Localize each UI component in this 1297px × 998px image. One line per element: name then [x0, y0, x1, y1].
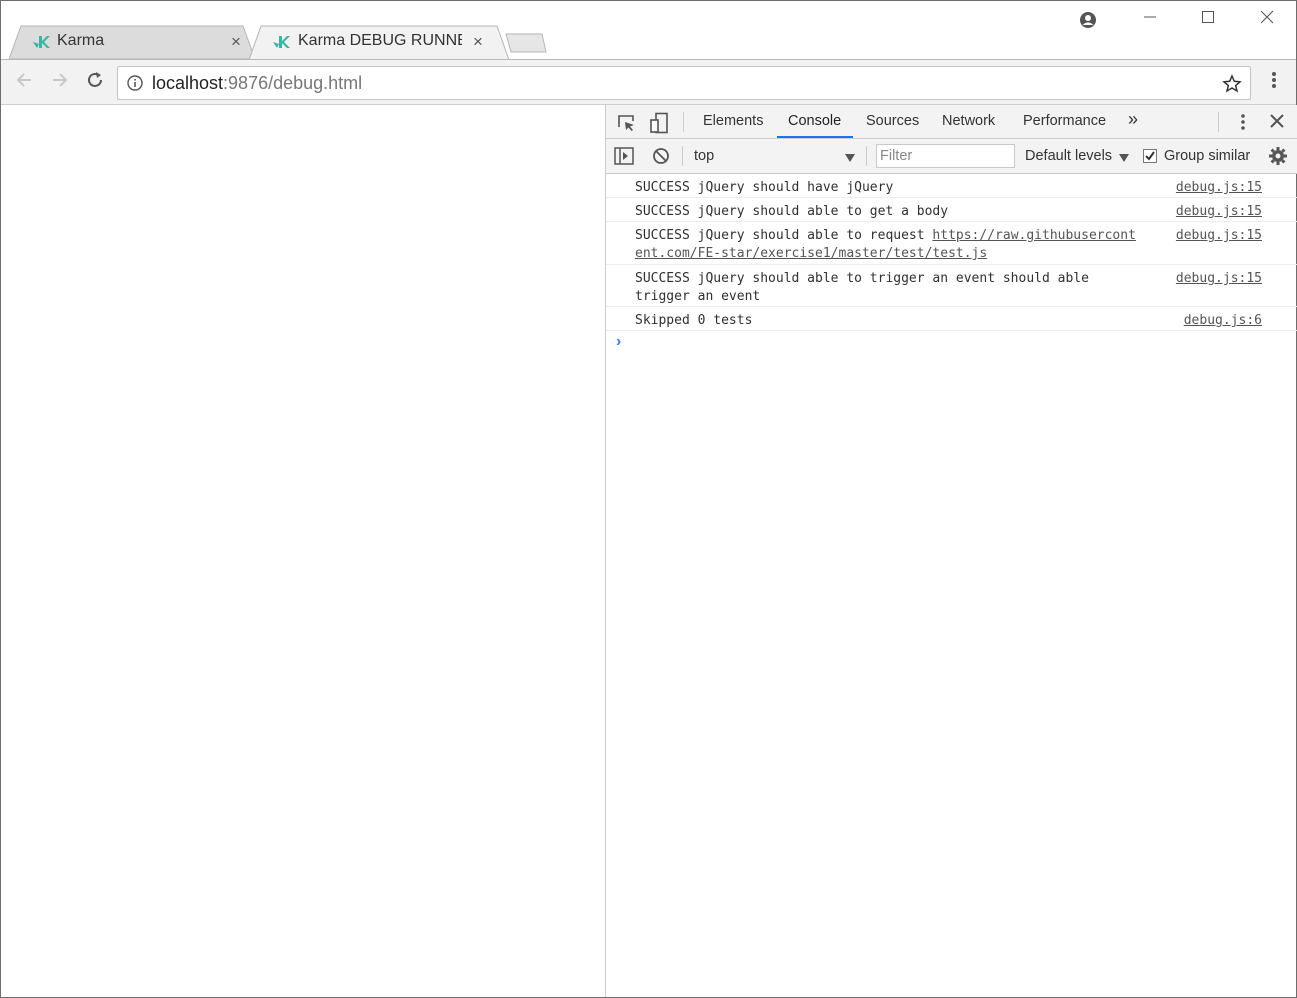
- tab-karma-close-icon[interactable]: ×: [231, 32, 241, 52]
- device-toolbar-icon[interactable]: [649, 112, 669, 138]
- url-text: localhost:9876/debug.html: [152, 73, 362, 94]
- reload-icon[interactable]: [82, 70, 108, 96]
- console-message: SUCCESS jQuery should able to get a body…: [606, 198, 1297, 222]
- message-line2: trigger an event: [635, 289, 761, 304]
- profile-icon[interactable]: [1073, 7, 1103, 33]
- tab-debug-close-icon[interactable]: ×: [473, 32, 483, 52]
- url-host: localhost: [152, 73, 224, 93]
- dropdown-arrow-icon[interactable]: [844, 150, 856, 167]
- maximize-icon[interactable]: [1193, 7, 1223, 33]
- tab-karma[interactable]: Karma ×: [9, 25, 255, 59]
- filter-input[interactable]: Filter: [876, 144, 1015, 168]
- message-source-link[interactable]: debug.js:15: [1176, 203, 1262, 221]
- message-source-link[interactable]: debug.js:15: [1176, 179, 1262, 197]
- message-url-link[interactable]: https://raw.githubusercont: [932, 228, 1136, 243]
- message-prefix: SUCCESS jQuery should able to request: [635, 228, 933, 243]
- back-icon[interactable]: [11, 70, 37, 96]
- devtools-menu-icon[interactable]: [1240, 113, 1246, 135]
- tab-network[interactable]: Network: [942, 113, 995, 129]
- new-tab-button[interactable]: [504, 25, 548, 59]
- message-text: SUCCESS jQuery should able to request ht…: [635, 227, 1165, 263]
- devtools-tab-bar: Elements Console Sources Network Perform…: [606, 105, 1297, 139]
- filter-placeholder: Filter: [880, 148, 913, 164]
- console-settings-gear-icon[interactable]: [1268, 146, 1288, 170]
- toolbar-separator: [683, 112, 684, 132]
- tab-performance[interactable]: Performance: [1023, 113, 1106, 129]
- message-text: SUCCESS jQuery should able to get a body: [635, 204, 949, 219]
- message-source-link[interactable]: debug.js:15: [1176, 227, 1262, 245]
- message-line1: SUCCESS jQuery should able to trigger an…: [635, 271, 1089, 286]
- chrome-menu-icon[interactable]: [1261, 70, 1287, 96]
- message-text: Skipped 0 tests: [635, 313, 753, 328]
- inspect-element-icon[interactable]: [616, 113, 636, 137]
- console-toolbar: top Filter Default levels Group similar: [606, 139, 1297, 174]
- message-source-link[interactable]: debug.js:15: [1176, 270, 1262, 288]
- console-prompt-row[interactable]: ›: [606, 331, 1297, 357]
- tab-karma-debug-runner[interactable]: Karma DEBUG RUNNER ×: [249, 25, 509, 60]
- toolbar-separator: [682, 146, 683, 166]
- forward-icon[interactable]: [47, 70, 73, 96]
- console-message: Skipped 0 tests debug.js:6: [606, 307, 1297, 331]
- group-similar-label: Group similar: [1164, 148, 1251, 164]
- toolbar-separator: [1218, 112, 1219, 132]
- tab-karma-label: Karma: [57, 32, 105, 49]
- tab-console[interactable]: Console: [788, 113, 841, 129]
- prompt-chevron-icon: ›: [616, 333, 622, 350]
- context-selector[interactable]: top: [694, 148, 714, 164]
- log-levels-dropdown[interactable]: Default levels: [1025, 148, 1112, 164]
- devtools-panel: Elements Console Sources Network Perform…: [605, 105, 1297, 997]
- tab-debug-label: Karma DEBUG RUNNER: [298, 32, 462, 49]
- close-window-icon[interactable]: [1252, 7, 1282, 33]
- levels-arrow-icon[interactable]: [1118, 150, 1130, 167]
- new-tab-icon: [505, 33, 547, 53]
- tab-elements[interactable]: Elements: [703, 113, 763, 129]
- toolbar-separator: [866, 146, 867, 166]
- console-messages: SUCCESS jQuery should have jQuery debug.…: [606, 174, 1297, 357]
- message-source-link[interactable]: debug.js:6: [1184, 312, 1262, 330]
- minimize-icon[interactable]: [1135, 7, 1165, 33]
- info-icon[interactable]: [127, 75, 143, 95]
- address-bar[interactable]: localhost:9876/debug.html: [117, 66, 1251, 100]
- console-message: SUCCESS jQuery should able to request ht…: [606, 222, 1297, 265]
- group-similar-checkbox[interactable]: [1143, 149, 1157, 167]
- browser-window: Karma × Karma DEBUG RUNNER × localhost:9…: [0, 0, 1297, 998]
- message-text: SUCCESS jQuery should have jQuery: [635, 180, 894, 195]
- show-sidebar-icon[interactable]: [614, 147, 634, 169]
- message-text: SUCCESS jQuery should able to trigger an…: [635, 270, 1165, 306]
- active-tab-indicator: [777, 136, 853, 138]
- tab-sources[interactable]: Sources: [866, 113, 919, 129]
- console-message: SUCCESS jQuery should able to trigger an…: [606, 265, 1297, 307]
- browser-toolbar: localhost:9876/debug.html: [1, 59, 1296, 105]
- bookmark-star-icon[interactable]: [1222, 74, 1242, 98]
- clear-console-icon[interactable]: [652, 147, 670, 169]
- tab-strip: Karma × Karma DEBUG RUNNER ×: [1, 1, 1296, 60]
- more-tabs-icon[interactable]: »: [1128, 109, 1138, 130]
- url-path: :9876/debug.html: [223, 73, 363, 93]
- devtools-close-icon[interactable]: [1270, 114, 1284, 132]
- console-message: SUCCESS jQuery should have jQuery debug.…: [606, 174, 1297, 198]
- message-url-link-cont[interactable]: ent.com/FE-star/exercise1/master/test/te…: [635, 246, 987, 261]
